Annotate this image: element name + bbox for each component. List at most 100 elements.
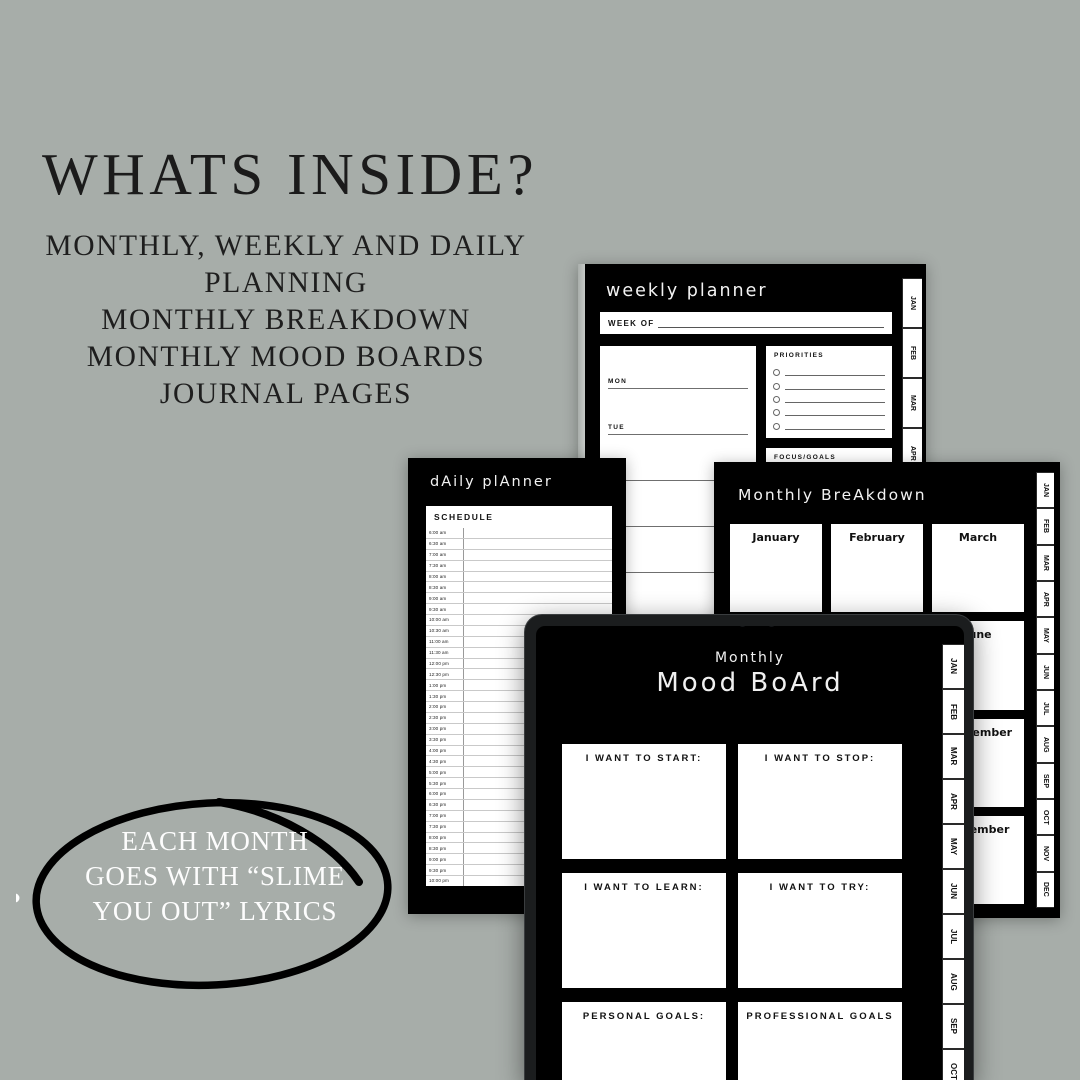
schedule-row[interactable]: 7:00 am xyxy=(426,549,612,561)
schedule-entry-field[interactable] xyxy=(464,528,612,538)
schedule-time-label: 11:30 am xyxy=(426,647,464,658)
schedule-time-label: 7:30 pm xyxy=(426,821,464,832)
month-cell-label: January xyxy=(752,531,800,544)
schedule-time-label: 5:30 pm xyxy=(426,778,464,788)
schedule-time-label: 10:00 pm xyxy=(426,876,464,886)
schedule-entry-field[interactable] xyxy=(464,582,612,592)
schedule-row[interactable]: 7:30 am xyxy=(426,560,612,572)
month-cell[interactable]: January xyxy=(730,524,822,613)
month-cell[interactable]: February xyxy=(831,524,923,613)
tab-jul[interactable]: JUL xyxy=(1036,689,1054,727)
tab-jan[interactable]: JAN xyxy=(1036,472,1054,509)
schedule-header: SCHEDULE xyxy=(426,506,612,528)
schedule-time-label: 1:00 pm xyxy=(426,680,464,691)
schedule-entry-field[interactable] xyxy=(464,561,612,571)
month-cell[interactable]: March xyxy=(932,524,1024,613)
tab-jun[interactable]: JUN xyxy=(1036,653,1054,690)
tab-jun[interactable]: JUN xyxy=(942,869,964,914)
schedule-time-label: 8:00 am xyxy=(426,571,464,582)
checkbox-icon[interactable] xyxy=(773,422,780,430)
checkbox-icon[interactable] xyxy=(773,382,780,390)
mood-board-cell[interactable]: I WANT TO STOP: xyxy=(738,744,902,859)
tab-jan[interactable]: JAN xyxy=(942,644,964,689)
promo-canvas: WHATS INSIDE? MONTHLY, WEEKLY AND DAILY … xyxy=(0,0,1080,1080)
tab-may[interactable]: MAY xyxy=(942,824,964,869)
schedule-row[interactable]: 9:00 am xyxy=(426,593,612,605)
schedule-entry-field[interactable] xyxy=(464,604,612,614)
tab-sep[interactable]: SEP xyxy=(1036,762,1054,799)
day-row-tue[interactable]: TUE xyxy=(600,392,756,438)
mood-board-title-big: Mood BoArd xyxy=(656,668,844,698)
tab-mar[interactable]: MAR xyxy=(1036,544,1054,581)
priorities-label: PRIORITIES xyxy=(774,352,824,359)
priority-item[interactable] xyxy=(773,382,885,390)
schedule-time-label: 12:30 pm xyxy=(426,669,464,680)
week-of-input-rule[interactable] xyxy=(658,327,884,328)
tab-dec[interactable]: DEC xyxy=(1036,871,1054,908)
feature-list: MONTHLY, WEEKLY AND DAILY PLANNING MONTH… xyxy=(0,228,572,413)
tab-feb[interactable]: FEB xyxy=(1036,508,1054,545)
priority-rule xyxy=(785,388,885,390)
schedule-time-label: 10:30 am xyxy=(426,625,464,636)
mood-board-prompt-label: I WANT TO LEARN: xyxy=(584,882,704,893)
tab-oct[interactable]: OCT xyxy=(1036,798,1054,836)
day-rule xyxy=(608,388,748,389)
day-row-mon[interactable]: MON xyxy=(600,346,756,392)
mood-board-cell[interactable]: I WANT TO START: xyxy=(562,744,726,859)
tab-aug[interactable]: AUG xyxy=(1036,726,1054,763)
mood-board-cell[interactable]: PERSONAL GOALS: xyxy=(562,1002,726,1080)
tab-sep[interactable]: SEP xyxy=(942,1004,964,1049)
breakdown-month-tabs[interactable]: JAN FEB MAR APR MAY JUN JUL AUG SEP OCT NOV DEC xyxy=(1036,472,1054,908)
week-of-field[interactable]: WEEK OF xyxy=(600,312,892,334)
tab-apr[interactable]: APR xyxy=(942,779,964,824)
schedule-row[interactable]: 8:30 am xyxy=(426,582,612,594)
tab-feb[interactable]: FEB xyxy=(902,328,922,378)
tab-jul[interactable]: JUL xyxy=(942,914,964,959)
monthly-breakdown-title: Monthly BreAkdown xyxy=(738,486,927,504)
tab-mar[interactable]: MAR xyxy=(902,378,922,428)
schedule-time-label: 8:00 pm xyxy=(426,832,464,843)
checkbox-icon[interactable] xyxy=(773,395,780,403)
schedule-entry-field[interactable] xyxy=(464,539,612,549)
priority-item[interactable] xyxy=(773,409,885,417)
priority-item[interactable] xyxy=(773,369,885,377)
feature-item: PLANNING xyxy=(204,267,368,299)
lyrics-badge: EACH MONTH GOES WITH “SLIME YOU OUT” LYR… xyxy=(16,776,416,1006)
checkbox-icon[interactable] xyxy=(773,409,780,417)
schedule-row[interactable]: 6:00 am xyxy=(426,528,612,539)
schedule-row[interactable]: 8:00 am xyxy=(426,571,612,583)
tablet-month-tabs[interactable]: JAN FEB MAR APR MAY JUN JUL AUG SEP OCT xyxy=(942,644,964,1080)
feature-item: MONTHLY BREAKDOWN xyxy=(101,304,471,336)
schedule-entry-field[interactable] xyxy=(464,550,612,560)
tablet-camera-array xyxy=(725,626,776,627)
mood-board-grid: I WANT TO START: I WANT TO STOP: I WANT TO… xyxy=(562,744,902,1080)
daily-planner-title: dAily plAnner xyxy=(430,474,553,490)
tab-nov[interactable]: NOV xyxy=(1036,835,1054,872)
tab-may[interactable]: MAY xyxy=(1036,617,1054,654)
mood-board-cell[interactable]: PROFESSIONAL GOALS xyxy=(738,1002,902,1080)
priority-item[interactable] xyxy=(773,422,885,430)
schedule-row[interactable]: 6:30 am xyxy=(426,538,612,550)
priority-rule xyxy=(785,401,885,403)
mood-board-title-small: Monthly xyxy=(714,650,786,666)
tab-oct[interactable]: OCT xyxy=(942,1049,964,1080)
mood-board-title: Monthly Mood BoArd xyxy=(536,650,964,698)
schedule-entry-field[interactable] xyxy=(464,572,612,582)
tab-feb[interactable]: FEB xyxy=(942,689,964,734)
tab-mar[interactable]: MAR xyxy=(942,734,964,779)
schedule-time-label: 3:30 pm xyxy=(426,734,464,745)
mood-board-cell[interactable]: I WANT TO TRY: xyxy=(738,873,902,988)
schedule-time-label: 7:30 am xyxy=(426,560,464,571)
tab-aug[interactable]: AUG xyxy=(942,959,964,1004)
priority-item[interactable] xyxy=(773,395,885,403)
day-label: TUE xyxy=(608,424,625,431)
mood-board-cell[interactable]: I WANT TO LEARN: xyxy=(562,873,726,988)
checkbox-icon[interactable] xyxy=(773,369,780,377)
schedule-time-label: 2:00 pm xyxy=(426,702,464,712)
schedule-entry-field[interactable] xyxy=(464,593,612,603)
tab-apr[interactable]: APR xyxy=(1036,580,1054,618)
mood-board-prompt-label: I WANT TO STOP: xyxy=(764,753,876,764)
schedule-time-label: 6:00 am xyxy=(426,528,464,538)
weekly-planner-title: weekly planner xyxy=(606,281,768,301)
tab-jan[interactable]: JAN xyxy=(902,278,922,328)
